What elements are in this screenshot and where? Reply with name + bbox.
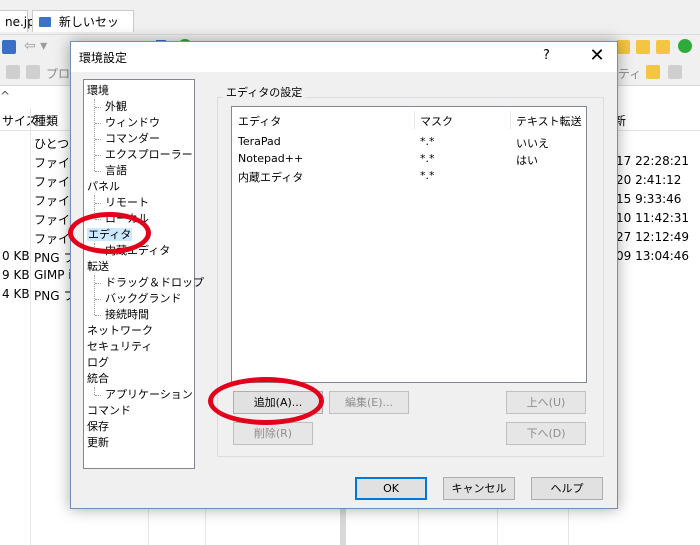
panel-splitter[interactable] (340, 507, 346, 545)
tree-item-label: 転送 (87, 260, 109, 273)
tree-item[interactable]: コマンド (87, 404, 131, 418)
tree-item[interactable]: 更新 (87, 436, 109, 450)
new-session-icon (39, 17, 51, 27)
tree-item[interactable]: ドラッグ＆ドロップ (105, 276, 204, 290)
move-up-button[interactable]: 上へ(U) (506, 391, 586, 414)
tree-item-label: ログ (87, 356, 109, 369)
tree-item[interactable]: バックグランド (105, 292, 182, 306)
text-transfer-cell[interactable]: いいえ (516, 135, 549, 151)
delete-button[interactable]: 削除(R) (233, 422, 313, 445)
mask-cell[interactable]: *.* (420, 152, 435, 165)
mask-cell[interactable]: *.* (420, 169, 435, 182)
tree-item[interactable]: ログ (87, 356, 109, 370)
session-tab[interactable]: ne.jp (0, 10, 35, 32)
tree-item[interactable]: ウィンドウ (105, 116, 160, 130)
delete-icon[interactable] (668, 65, 682, 79)
settings-tree[interactable]: 環境 外観 ウィンドウ コマンダー エクスプローラー 言語 パネル リモート ローカル エディタ内… (83, 79, 204, 469)
properties-label-right[interactable]: ティ (618, 65, 641, 82)
new-session-tab[interactable]: 新しいセッション (32, 10, 134, 51)
tree-item-label: 保存 (87, 420, 109, 433)
tree-item-label: リモート (105, 196, 149, 209)
tree-item-label: 言語 (105, 164, 127, 177)
copy-icon[interactable] (26, 65, 40, 79)
tree-item-label: 接続時間 (105, 308, 149, 321)
tree-item-label: ネットワーク (87, 324, 153, 337)
file-date-cell: /09 13:04:46 (612, 249, 690, 263)
file-date-cell: /15 9:33:46 (612, 192, 682, 206)
tree-item[interactable]: ネットワーク (87, 324, 153, 338)
editor-list[interactable]: エディタ マスク テキスト転送 TeraPad *.* いいえ Notepad++ *.… (231, 106, 587, 383)
help-icon[interactable]: ? (543, 48, 550, 63)
session-tab-bar: ne.jp 新しいセッション (0, 0, 700, 51)
highlight-ellipse-add (208, 377, 324, 425)
tree-item[interactable]: リモート (105, 196, 149, 210)
back-arrow-icon[interactable]: ⇦ ▾ (24, 38, 47, 54)
local-panel-icon[interactable] (2, 40, 16, 54)
new-folder-icon[interactable] (656, 40, 670, 54)
tree-item[interactable]: 転送 (87, 260, 109, 274)
file-size-cell: 0 KB (2, 249, 30, 263)
tree-item-label: 環境 (87, 84, 109, 97)
header-text-transfer[interactable]: テキスト転送 (516, 113, 582, 129)
editor-name-cell[interactable]: TeraPad (238, 135, 281, 148)
folder-icon[interactable] (616, 40, 630, 54)
editor-name-cell[interactable]: 内蔵エディタ (238, 169, 303, 185)
refresh-remote-icon[interactable] (678, 39, 692, 53)
tree-item-label: 統合 (87, 372, 109, 385)
tree-item-label: ドラッグ＆ドロップ (105, 276, 204, 289)
tree-item[interactable]: 統合 (87, 372, 109, 386)
mask-cell[interactable]: *.* (420, 135, 435, 148)
edit-folder-icon[interactable] (636, 40, 650, 54)
tree-item[interactable]: セキュリティ (87, 340, 152, 354)
tree-item[interactable]: エクスプローラー (105, 148, 193, 162)
tree-item[interactable]: 言語 (105, 164, 127, 178)
help-button[interactable]: ヘルプ (531, 477, 603, 500)
tree-item[interactable]: 接続時間 (105, 308, 149, 322)
tree-item-label: 更新 (87, 436, 109, 449)
file-type-cell: GIMP i (34, 268, 72, 282)
file-date-cell: /27 12:12:49 (612, 230, 690, 244)
text-transfer-cell[interactable]: はい (516, 152, 538, 168)
upload-icon[interactable] (6, 65, 20, 79)
editor-name-cell[interactable]: Notepad++ (238, 152, 303, 165)
tree-item[interactable]: 保存 (87, 420, 109, 434)
column-type[interactable]: 種類 (34, 112, 58, 129)
new-folder-icon[interactable] (646, 65, 660, 79)
close-icon[interactable]: ✕ (585, 44, 609, 68)
tree-item[interactable]: パネル (87, 180, 120, 194)
collapse-caret-icon[interactable]: ^ (0, 89, 10, 103)
cancel-button[interactable]: キャンセル (443, 477, 515, 500)
edit-button[interactable]: 編集(E)... (329, 391, 409, 414)
column-size[interactable]: サイズ (2, 112, 38, 129)
highlight-ellipse-editor (68, 212, 151, 254)
tree-item[interactable]: 外観 (105, 100, 127, 114)
file-size-cell: 4 KB (2, 287, 30, 301)
tree-item-label: コマンダー (105, 132, 160, 145)
properties-label-left[interactable]: プロ (46, 65, 70, 82)
tree-item-label: アプリケーション (105, 388, 193, 401)
tree-item[interactable]: 環境 (87, 84, 109, 98)
preferences-dialog: 環境設定 ? ✕ 環境外観ウィンドウコマンダーエクスプローラー 言語パネルリモート… (70, 41, 618, 509)
ok-button[interactable]: OK (355, 477, 427, 500)
file-size-cell: 9 KB (2, 268, 30, 282)
file-date-cell: /20 2:41:12 (612, 173, 682, 187)
file-date-cell: /17 22:28:21 (612, 154, 690, 168)
dialog-title: 環境設定 (79, 51, 128, 65)
move-down-button[interactable]: 下へ(D) (506, 422, 586, 445)
tree-item-label: セキュリティ (87, 340, 153, 353)
tree-item[interactable]: コマンダー (105, 132, 160, 146)
tree-item-label: コマンド (87, 404, 131, 417)
session-tab-label: ne.jp (5, 15, 35, 29)
tree-item-label: バックグランド (105, 292, 182, 305)
editor-settings-title: エディタの設定 (223, 84, 306, 100)
tree-item-label: エクスプローラー (105, 148, 193, 161)
file-date-cell: /10 11:42:31 (612, 211, 690, 225)
header-editor[interactable]: エディタ (238, 113, 281, 129)
header-mask[interactable]: マスク (420, 113, 453, 129)
tree-item-label: ウィンドウ (105, 116, 160, 129)
tree-item-label: パネル (87, 180, 120, 193)
tree-item-label: 外観 (105, 100, 127, 113)
dialog-title-bar: 環境設定 ? ✕ (71, 42, 617, 72)
tree-item[interactable]: アプリケーション (105, 388, 193, 402)
